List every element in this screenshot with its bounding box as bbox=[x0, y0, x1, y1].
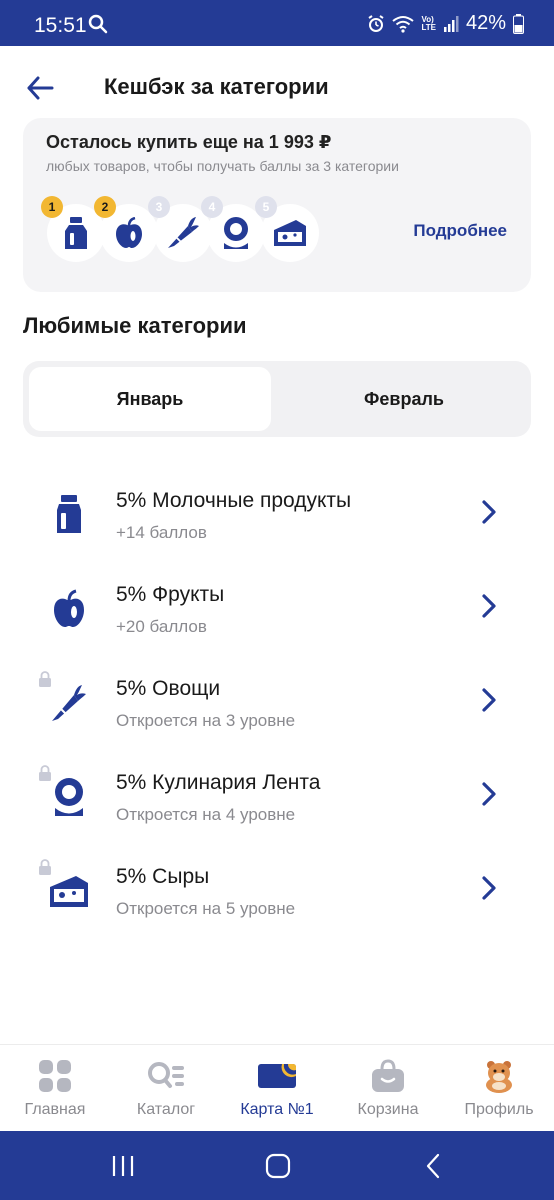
cashback-progress-card: Осталось купить еще на 1 993 ₽ любых тов… bbox=[23, 118, 531, 292]
nav-label: Главная bbox=[24, 1101, 86, 1118]
battery-percent: 42% bbox=[465, 12, 506, 34]
level-badge: 1 bbox=[41, 196, 63, 218]
volte-indicator: Vo) LTE bbox=[421, 14, 436, 32]
alarm-icon bbox=[368, 14, 385, 32]
back-button-icon[interactable] bbox=[418, 1151, 448, 1181]
chevron-right-icon bbox=[482, 594, 496, 618]
nav-profile[interactable]: Профиль bbox=[444, 1045, 554, 1132]
home-grid-icon bbox=[39, 1060, 71, 1092]
system-navigation-bar bbox=[0, 1131, 554, 1200]
cheese-icon bbox=[50, 876, 88, 907]
nav-label: Каталог bbox=[136, 1101, 196, 1118]
apple-icon bbox=[54, 589, 84, 627]
tab-february[interactable]: Февраль bbox=[283, 367, 525, 431]
status-time: 15:51 bbox=[34, 14, 87, 37]
loyalty-card-icon bbox=[258, 1064, 296, 1088]
carrot-icon bbox=[168, 217, 199, 248]
status-indicators: Vo) LTE 42% bbox=[367, 12, 524, 35]
status-bar: 15:51 Vo) LTE 42% bbox=[0, 0, 554, 46]
category-description: Откроется на 3 уровне bbox=[116, 711, 296, 730]
favorites-title: Любимые категории bbox=[23, 313, 247, 338]
chevron-right-icon bbox=[482, 782, 496, 806]
level-badge: 4 bbox=[201, 196, 223, 218]
category-row[interactable]: 5% Сыры Откроется на 5 уровне bbox=[0, 851, 554, 945]
chevron-right-icon bbox=[482, 688, 496, 712]
search-icon bbox=[88, 14, 108, 34]
more-details-link[interactable]: Подробнее bbox=[413, 221, 507, 241]
signal-icon bbox=[443, 15, 459, 32]
nav-card[interactable]: Карта №1 bbox=[222, 1045, 332, 1132]
category-description: Откроется на 5 уровне bbox=[116, 899, 296, 918]
carrot-icon bbox=[52, 685, 86, 721]
level-badge: 5 bbox=[255, 196, 277, 218]
battery-icon bbox=[513, 13, 524, 34]
category-name: 5% Кулинария Лента bbox=[116, 771, 321, 794]
category-description: Откроется на 4 уровне bbox=[116, 805, 296, 824]
category-row[interactable]: 5% Молочные продукты +14 баллов bbox=[0, 475, 554, 569]
nav-label: Корзина bbox=[357, 1101, 419, 1118]
level-badge: 2 bbox=[94, 196, 116, 218]
nav-catalog[interactable]: Каталог bbox=[111, 1045, 221, 1132]
category-name: 5% Молочные продукты bbox=[116, 489, 352, 512]
page-title: Кешбэк за категории bbox=[104, 74, 329, 99]
location-flower-icon bbox=[55, 778, 83, 816]
chevron-right-icon bbox=[482, 500, 496, 524]
arrow-left-icon[interactable] bbox=[26, 74, 56, 102]
tab-january[interactable]: Январь bbox=[29, 367, 271, 431]
milk-icon bbox=[57, 495, 81, 533]
level-circles: 1 2 3 4 5 bbox=[41, 196, 347, 264]
bottom-navigation: Главная Каталог Карта №1 Корзина Профиль bbox=[0, 1044, 554, 1131]
category-row[interactable]: 5% Овощи Откроется на 3 уровне bbox=[0, 663, 554, 757]
home-button-icon[interactable] bbox=[263, 1151, 293, 1181]
category-description: +20 баллов bbox=[116, 617, 207, 636]
hamster-avatar-icon bbox=[486, 1061, 512, 1093]
progress-headline: Осталось купить еще на 1 993 ₽ bbox=[46, 132, 332, 152]
level-badge: 3 bbox=[148, 196, 170, 218]
month-tabs: Январь Февраль bbox=[23, 361, 531, 437]
category-name: 5% Овощи bbox=[116, 677, 221, 700]
nav-label: Профиль bbox=[464, 1101, 534, 1118]
basket-icon bbox=[372, 1059, 404, 1092]
category-row[interactable]: 5% Кулинария Лента Откроется на 4 уровне bbox=[0, 757, 554, 851]
category-row[interactable]: 5% Фрукты +20 баллов bbox=[0, 569, 554, 663]
category-description: +14 баллов bbox=[116, 523, 207, 542]
nav-cart[interactable]: Корзина bbox=[333, 1045, 443, 1132]
nav-home[interactable]: Главная bbox=[0, 1045, 110, 1132]
progress-subtitle: любых товаров, чтобы получать баллы за 3… bbox=[46, 158, 399, 174]
chevron-right-icon bbox=[482, 876, 496, 900]
cheese-icon bbox=[274, 220, 306, 246]
nav-label: Карта №1 bbox=[240, 1101, 314, 1118]
milk-icon bbox=[65, 217, 87, 249]
apple-icon bbox=[116, 217, 142, 248]
category-name: 5% Сыры bbox=[116, 865, 210, 888]
level-5-circle: 5 bbox=[255, 196, 319, 262]
catalog-search-icon bbox=[148, 1062, 184, 1088]
location-flower-icon bbox=[224, 217, 248, 249]
recent-apps-icon[interactable] bbox=[108, 1151, 138, 1181]
wifi-icon bbox=[392, 15, 415, 33]
category-name: 5% Фрукты bbox=[116, 583, 225, 606]
